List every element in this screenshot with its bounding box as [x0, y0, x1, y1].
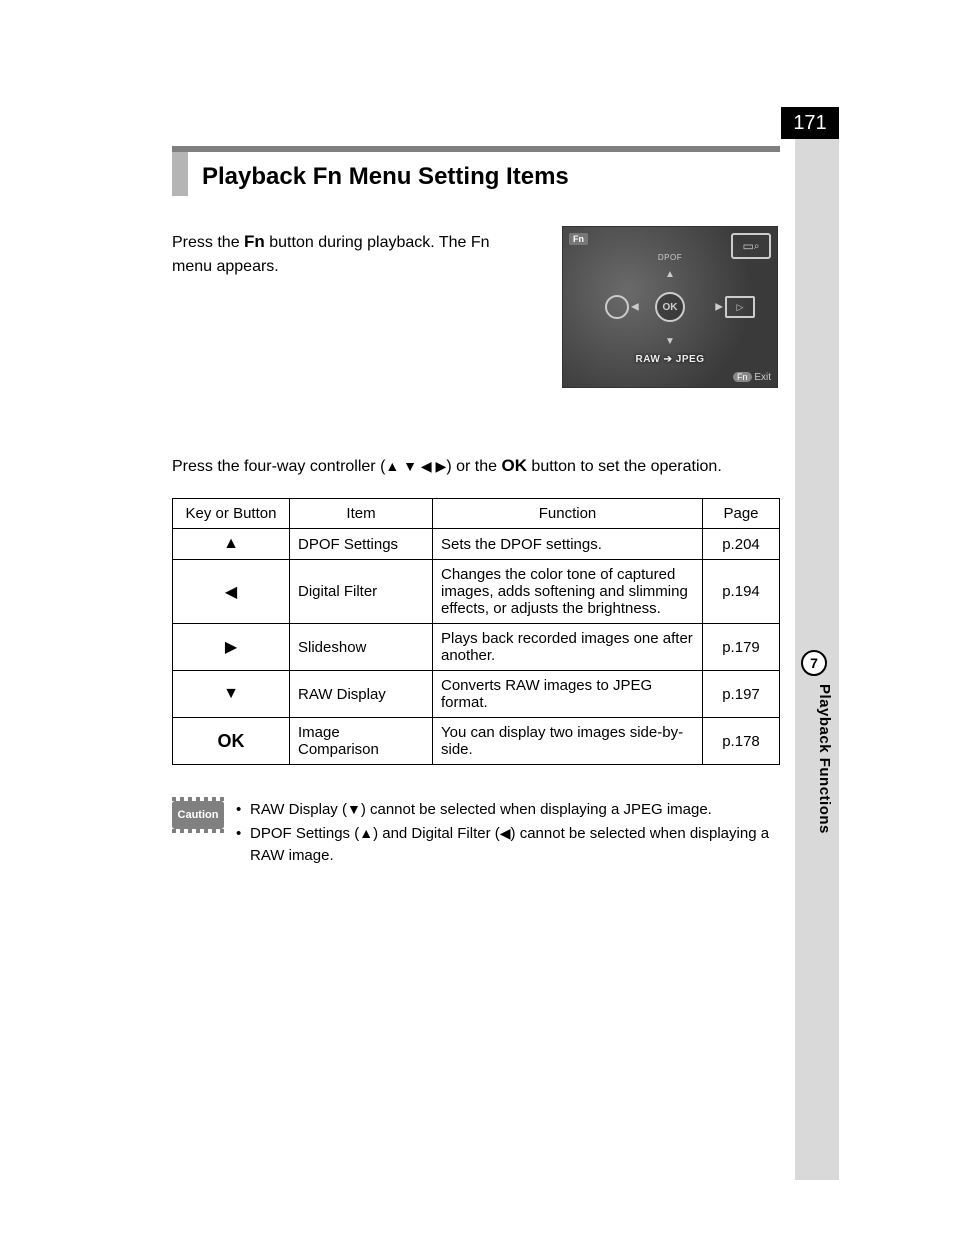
lcd-right-arrow-icon: ▶: [715, 302, 723, 313]
page-number: 171: [781, 107, 839, 139]
th-key: Key or Button: [173, 499, 290, 529]
para2-c: button to set the operation.: [527, 458, 722, 475]
cell-item: Slideshow: [290, 624, 433, 671]
lcd-filter-icon: [605, 295, 629, 319]
intro-prefix: Press the: [172, 234, 244, 251]
table-row: OK Image Comparison You can display two …: [173, 718, 780, 765]
side-chapter-label: Playback Functions: [803, 684, 833, 984]
four-way-arrows-icon: ▲ ▼ ◀ ▶: [385, 458, 446, 474]
cell-key: ◀: [173, 560, 290, 624]
lcd-slideshow-icon: ▷: [725, 296, 755, 318]
cell-page: p.179: [703, 624, 780, 671]
th-item: Item: [290, 499, 433, 529]
cell-item: DPOF Settings: [290, 529, 433, 560]
cell-item: Digital Filter: [290, 560, 433, 624]
cell-page: p.194: [703, 560, 780, 624]
cell-page: p.204: [703, 529, 780, 560]
caution-badge-icon: Caution: [172, 801, 224, 829]
ok-label: OK: [501, 456, 527, 475]
table-header-row: Key or Button Item Function Page: [173, 499, 780, 529]
down-arrow-icon: ▼: [347, 801, 361, 817]
cell-key: ▶: [173, 624, 290, 671]
cell-func: You can display two images side-by-side.: [433, 718, 703, 765]
lcd-up-arrow-icon: ▲: [665, 269, 675, 280]
caution-1b: ) cannot be selected when displaying a J…: [361, 801, 712, 818]
cell-item: Image Comparison: [290, 718, 433, 765]
th-page: Page: [703, 499, 780, 529]
lcd-fn-badge: Fn: [569, 233, 588, 245]
cell-key: ▲: [173, 529, 290, 560]
fn-menu-table: Key or Button Item Function Page ▲ DPOF …: [172, 498, 780, 765]
caution-block: Caution RAW Display (▼) cannot be select…: [172, 799, 780, 868]
caution-2a: DPOF Settings (: [250, 825, 359, 842]
cell-page: p.197: [703, 671, 780, 718]
cell-page: p.178: [703, 718, 780, 765]
left-arrow-icon: ◀: [500, 825, 511, 841]
intro-paragraph: Press the Fn button during playback. The…: [172, 230, 532, 278]
camera-lcd-illustration: Fn ▭⌕ DPOF ▷ ▲ ▼ ◀ ▶ OK RAW ➔ JPEG Fn Ex…: [562, 226, 778, 388]
caution-item: RAW Display (▼) cannot be selected when …: [236, 799, 780, 821]
cell-func: Changes the color tone of captured image…: [433, 560, 703, 624]
caution-item: DPOF Settings (▲) and Digital Filter (◀)…: [236, 823, 780, 867]
cell-key: ▼: [173, 671, 290, 718]
caution-list: RAW Display (▼) cannot be selected when …: [236, 799, 780, 868]
cell-item: RAW Display: [290, 671, 433, 718]
lcd-compare-icon: ▭⌕: [731, 233, 771, 259]
cell-func: Sets the DPOF settings.: [433, 529, 703, 560]
table-row: ◀ Digital Filter Changes the color tone …: [173, 560, 780, 624]
cell-func: Converts RAW images to JPEG format.: [433, 671, 703, 718]
lcd-exit-label: Fn Exit: [733, 372, 771, 383]
lcd-dpof-label: DPOF: [658, 253, 682, 262]
section-heading: Playback Fn Menu Setting Items: [202, 157, 569, 191]
lcd-left-arrow-icon: ◀: [631, 302, 639, 313]
lcd-ok-button-icon: OK: [655, 292, 685, 322]
th-func: Function: [433, 499, 703, 529]
caution-2b: ) and Digital Filter (: [373, 825, 500, 842]
lcd-down-arrow-icon: ▼: [665, 336, 675, 347]
up-arrow-icon: ▲: [359, 825, 373, 841]
table-row: ▶ Slideshow Plays back recorded images o…: [173, 624, 780, 671]
chapter-number-badge: 7: [801, 650, 827, 676]
lcd-exit-fn-pill: Fn: [733, 372, 752, 382]
para2-b: ) or the: [446, 458, 501, 475]
lcd-exit-text: Exit: [754, 372, 771, 383]
caution-1a: RAW Display (: [250, 801, 347, 818]
heading-mark: [172, 152, 188, 196]
fn-label: Fn: [244, 232, 265, 251]
content-area: Playback Fn Menu Setting Items Press the…: [172, 146, 780, 869]
cell-func: Plays back recorded images one after ano…: [433, 624, 703, 671]
page: 171 7 Playback Functions Playback Fn Men…: [0, 0, 954, 1246]
para2-a: Press the four-way controller (: [172, 458, 385, 475]
lcd-raw-jpeg-label: RAW ➔ JPEG: [636, 354, 705, 365]
cell-key-ok: OK: [173, 718, 290, 765]
controller-paragraph: Press the four-way controller (▲ ▼ ◀ ▶) …: [172, 454, 780, 479]
section-heading-bar: Playback Fn Menu Setting Items: [172, 146, 780, 196]
table-row: ▲ DPOF Settings Sets the DPOF settings. …: [173, 529, 780, 560]
table-row: ▼ RAW Display Converts RAW images to JPE…: [173, 671, 780, 718]
